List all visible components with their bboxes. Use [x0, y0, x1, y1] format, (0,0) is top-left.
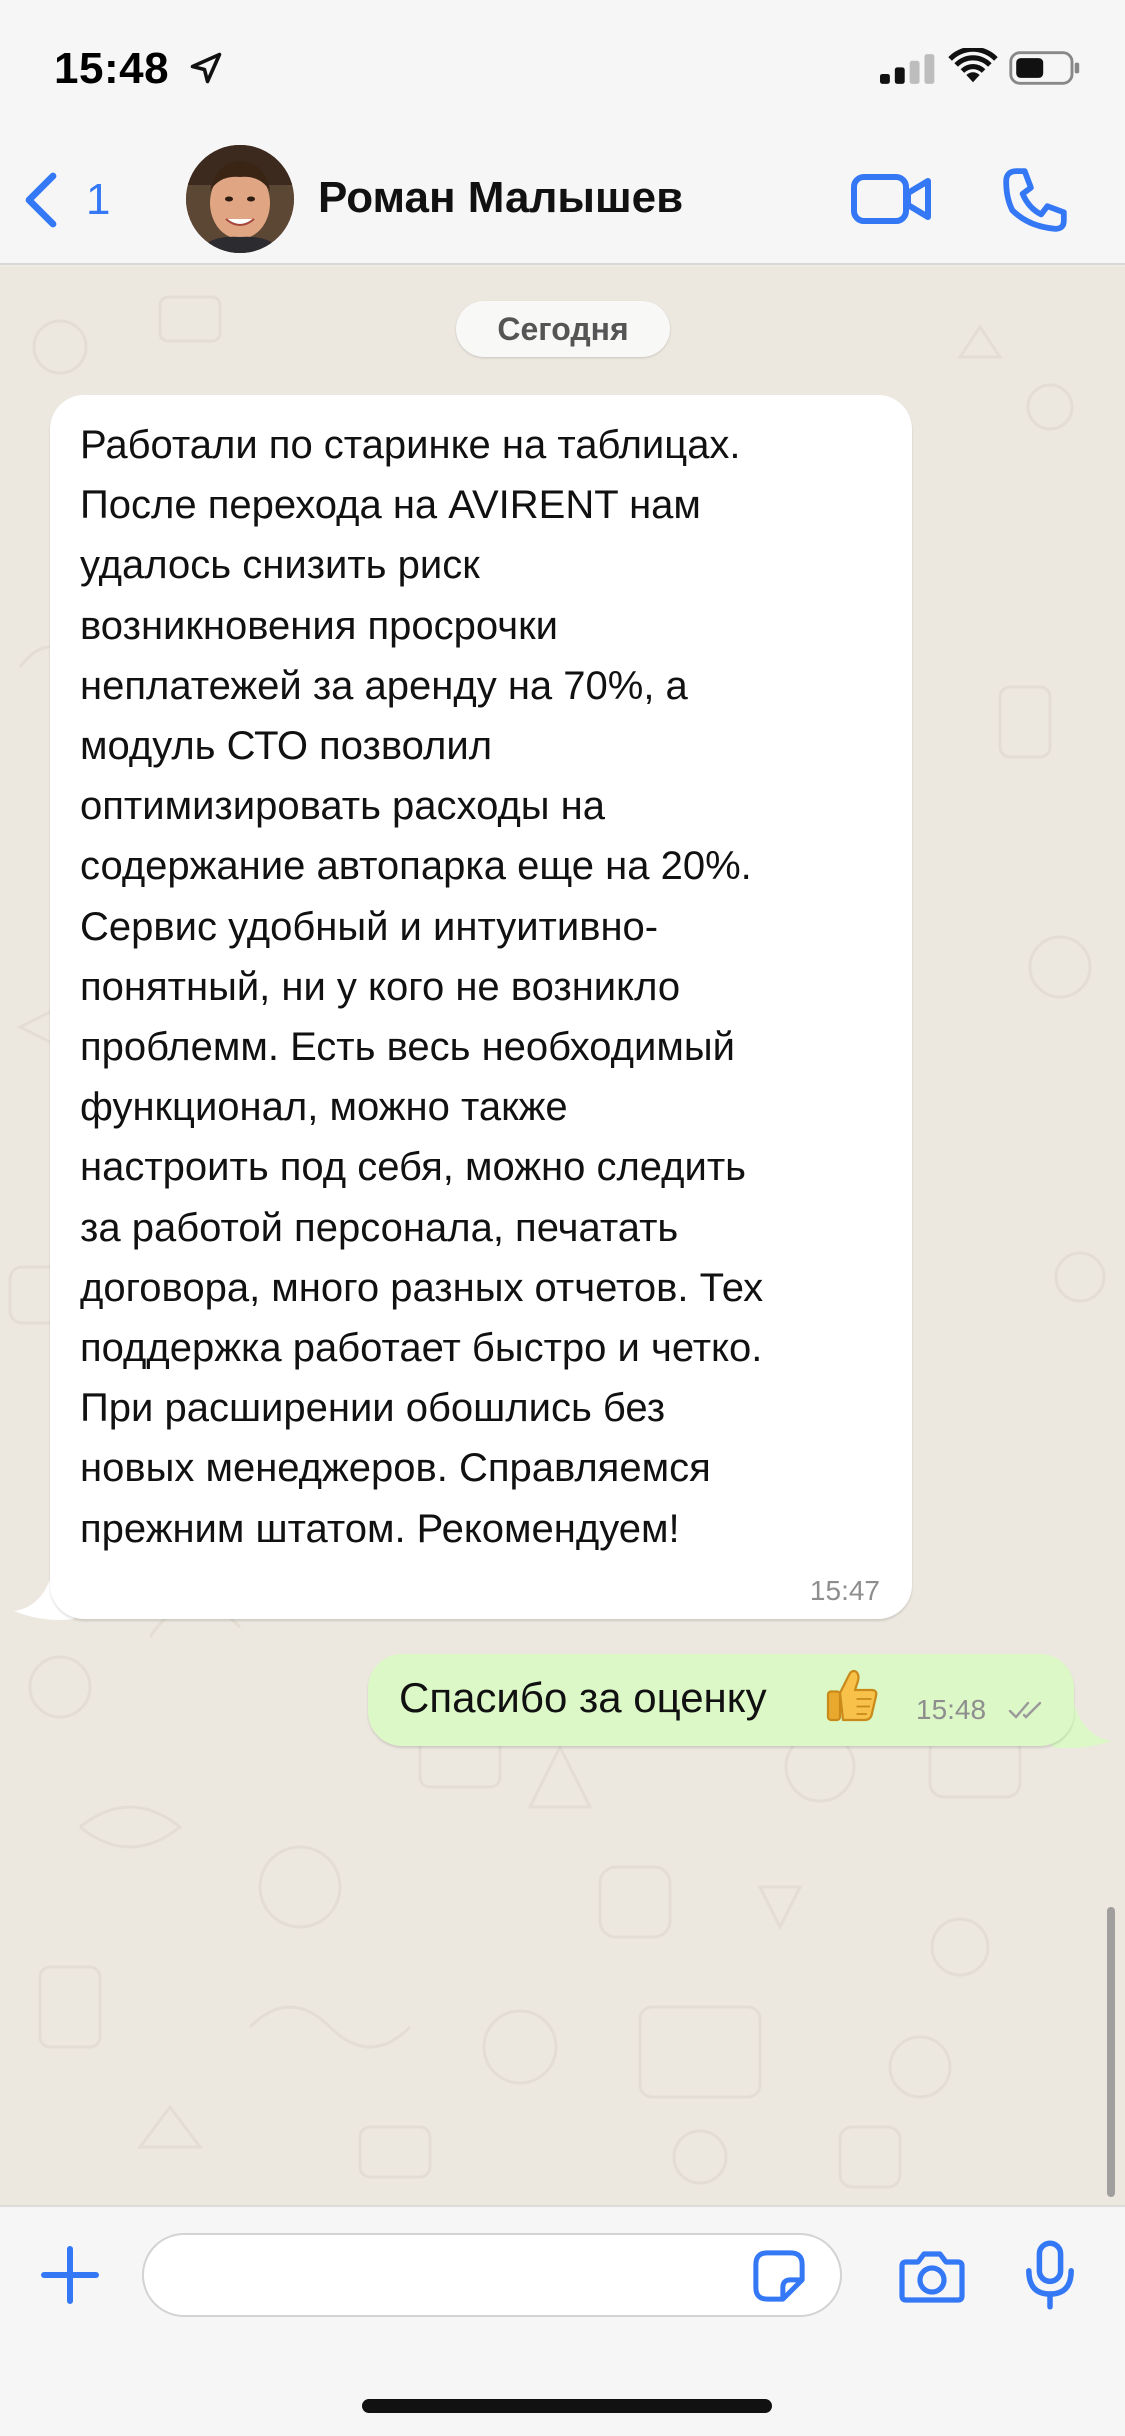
double-check-icon [1008, 1701, 1042, 1719]
thumbs-up-icon [826, 1669, 878, 1722]
message-input[interactable] [142, 2233, 842, 2317]
message-line: поддержка работает быстро и четко. [80, 1326, 763, 1371]
date-badge: Сегодня [456, 301, 670, 357]
chat-header: 1 Роман Малышев [0, 135, 1125, 265]
message-line: После перехода на AVIRENT нам [80, 483, 701, 528]
outgoing-message-time: 15:48 [916, 1694, 987, 1725]
message-line: прежним штатом. Рекомендуем! [80, 1506, 680, 1551]
avatar-photo [186, 145, 294, 253]
input-bar [0, 2205, 1125, 2436]
message-line: Работали по старинке на таблицах. [80, 423, 741, 467]
message-line: понятный, ни у кого не возникло [80, 964, 681, 1009]
back-button[interactable]: 1 [20, 163, 130, 237]
incoming-message-text: Работали по старинке на таблицах. После … [80, 415, 900, 1559]
outgoing-message-text: Спасибо за оценку [399, 1674, 767, 1721]
outgoing-message-bubble[interactable]: Спасибо за оценку 15:48 [368, 1654, 1074, 1746]
message-line: новых менеджеров. Справляемся [80, 1446, 711, 1491]
camera-icon[interactable] [898, 2247, 966, 2305]
message-line: неплатежей за аренду на 70%, а [80, 663, 688, 708]
message-line: договора, много разных отчетов. Тех [80, 1265, 764, 1310]
message-line: возникновения просрочки [80, 603, 558, 648]
unread-count: 1 [86, 175, 111, 224]
home-indicator[interactable] [362, 2399, 772, 2413]
message-line: проблемм. Есть весь необходимый [80, 1025, 735, 1070]
cellular-signal-icon [880, 54, 935, 84]
message-line: оптимизировать расходы на [80, 784, 605, 829]
incoming-message-bubble[interactable]: Работали по старинке на таблицах. После … [50, 395, 912, 1619]
plus-icon[interactable] [40, 2245, 100, 2305]
phone-icon[interactable] [1000, 165, 1070, 235]
battery-icon [1009, 51, 1080, 85]
chat-area[interactable]: Сегодня Работали по старинке на таблицах… [0, 267, 1125, 2205]
sticker-icon[interactable] [752, 2249, 806, 2303]
message-line: Сервис удобный и интуитивно- [80, 904, 659, 949]
avatar[interactable] [186, 145, 294, 253]
message-line: модуль СТО позволил [80, 724, 493, 769]
status-bar: 15:48 [0, 0, 1125, 135]
status-time: 15:48 [54, 44, 170, 93]
message-line: При расширении обошлись без [80, 1386, 666, 1431]
chevron-left-icon [25, 172, 57, 228]
wifi-icon [948, 48, 998, 83]
message-line: содержание автопарка еще на 20%. [80, 844, 752, 889]
contact-name[interactable]: Роман Малышев [318, 173, 683, 223]
scroll-indicator[interactable] [1107, 1907, 1115, 2197]
video-camera-icon[interactable] [850, 169, 934, 229]
message-line: за работой персонала, печатать [80, 1205, 679, 1250]
message-line: удалось снизить риск [80, 543, 480, 588]
message-line: функционал, можно также [80, 1085, 568, 1130]
incoming-message-time: 15:47 [809, 1575, 880, 1606]
location-arrow-icon [190, 52, 222, 84]
microphone-icon[interactable] [1022, 2239, 1078, 2311]
message-line: настроить под себя, можно следить [80, 1145, 747, 1190]
